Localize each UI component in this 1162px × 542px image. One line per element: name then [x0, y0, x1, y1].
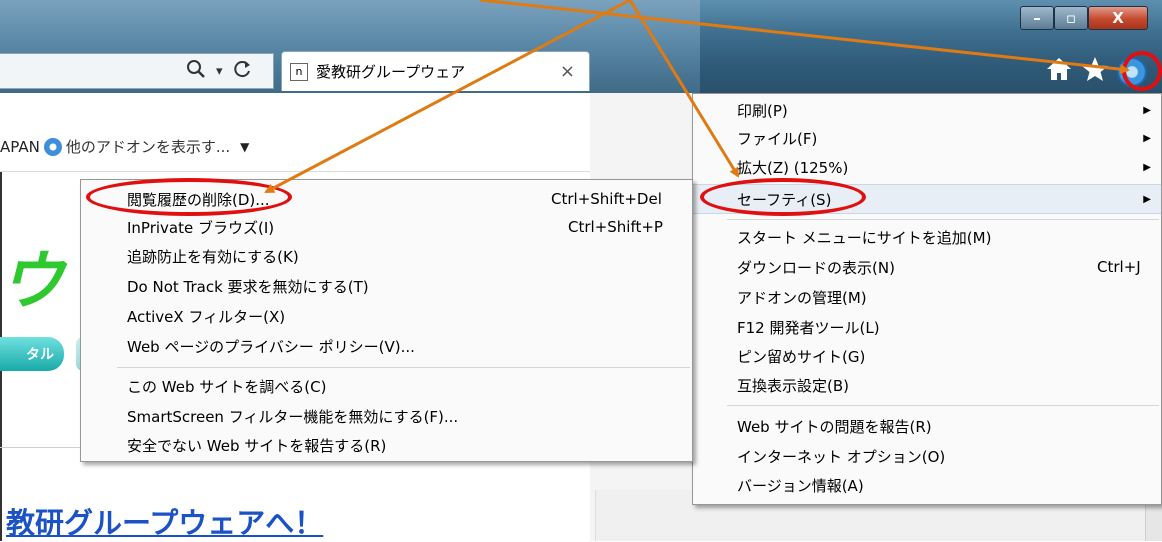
arrow-to-delete-history: [264, 0, 631, 194]
arrow-to-gear: [479, 0, 1130, 75]
annotation-arrows: [264, 0, 1130, 194]
